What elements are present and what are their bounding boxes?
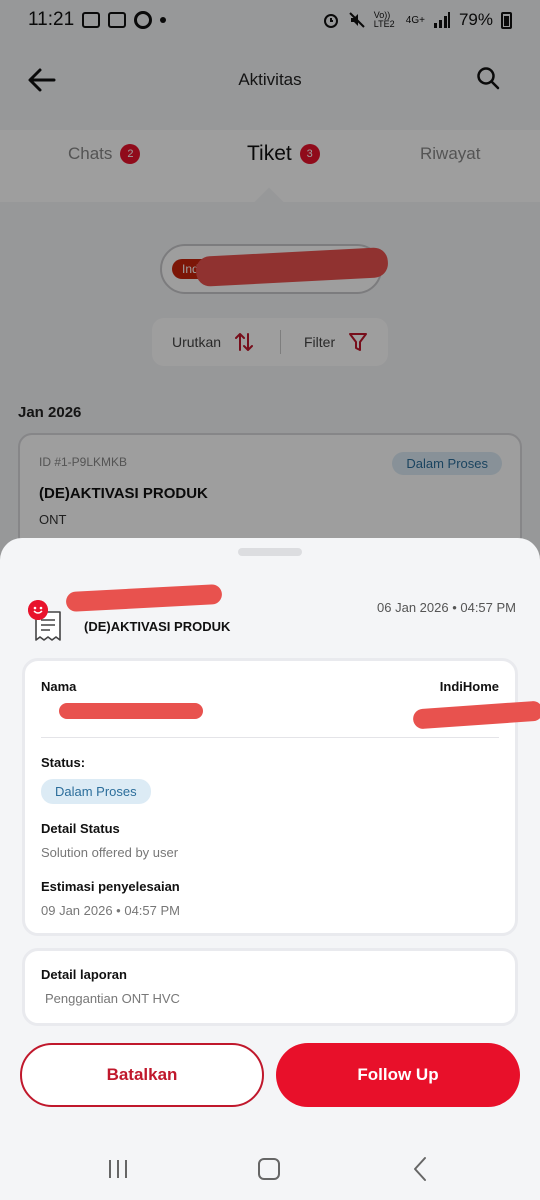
ticket-date: 06 Jan 2026 • 04:57 PM <box>377 600 516 615</box>
status-label: Status: <box>41 755 86 770</box>
detail-laporan-label: Detail laporan <box>41 967 127 982</box>
ticket-info-card: Nama IndiHome Status: Dalam Proses Detai… <box>22 658 540 936</box>
follow-up-button[interactable]: Follow Up <box>276 1043 520 1107</box>
status-badge: Dalam Proses <box>41 779 151 804</box>
divider <box>41 737 499 738</box>
redaction-mark <box>65 583 223 613</box>
product-label: IndiHome <box>439 679 499 694</box>
nama-label: Nama <box>41 679 77 694</box>
home-icon[interactable] <box>258 1158 280 1180</box>
estimasi-label: Estimasi penyelesaian <box>41 879 180 894</box>
smile-badge-icon <box>28 600 48 620</box>
detail-laporan-value: Penggantian ONT HVC <box>45 991 180 1006</box>
report-detail-card: Detail laporan Penggantian ONT HVC <box>22 948 518 1026</box>
system-nav-bar <box>0 1138 540 1200</box>
drag-handle[interactable] <box>238 548 302 556</box>
estimasi-value: 09 Jan 2026 • 04:57 PM <box>41 903 180 918</box>
detail-status-label: Detail Status <box>41 821 120 836</box>
recent-apps-icon[interactable] <box>106 1158 130 1180</box>
nav-back-icon[interactable] <box>410 1156 430 1182</box>
ticket-detail-sheet: 06 Jan 2026 • 04:57 PM (DE)AKTIVASI PROD… <box>0 538 540 1138</box>
detail-status-value: Solution offered by user <box>41 845 179 860</box>
sheet-title: (DE)AKTIVASI PRODUK <box>84 619 231 634</box>
redaction-mark <box>59 703 203 719</box>
redaction-mark <box>412 700 540 730</box>
cancel-button[interactable]: Batalkan <box>20 1043 264 1107</box>
